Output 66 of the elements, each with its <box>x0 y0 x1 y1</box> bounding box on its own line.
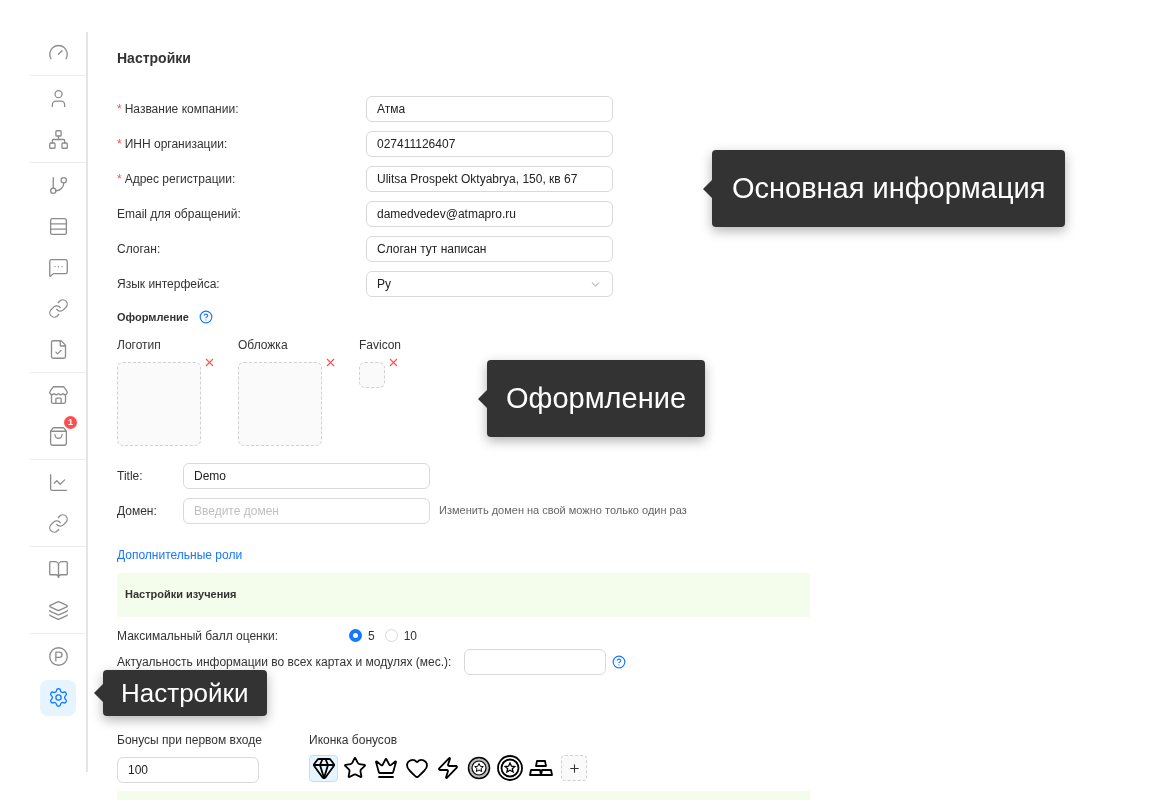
icon-option[interactable] <box>495 754 524 782</box>
field-label: Актуальность информации во всех картах и модулях (мес.): <box>117 653 453 671</box>
crown-icon <box>373 756 398 780</box>
language-select[interactable]: Ру <box>366 271 613 297</box>
help-icon[interactable] <box>198 310 213 325</box>
field-label: Бонусы при первом входе <box>117 731 263 749</box>
roles-link[interactable]: Дополнительные роли <box>117 547 243 562</box>
text-field[interactable]: Ulitsa Prospekt Oktyabrya, 150, кв 67 <box>366 166 613 192</box>
field-label: Иконка бонусов <box>309 731 399 749</box>
field-label: Адрес регистрации: <box>124 171 236 188</box>
required-mark: * <box>117 171 122 188</box>
sidebar-item[interactable] <box>40 679 76 716</box>
heart-icon <box>404 756 429 780</box>
hierarchy-icon <box>47 129 69 150</box>
chart-icon <box>47 472 69 493</box>
domain-hint: Изменить домен на свой можно только один раз <box>439 503 687 519</box>
tooltip: Оформление <box>487 360 705 437</box>
text-field[interactable]: Атма <box>366 96 613 122</box>
medal-icon <box>496 755 523 781</box>
domain-field[interactable]: Введите домен <box>183 497 430 524</box>
text-field[interactable]: Demo <box>183 462 430 489</box>
text-field[interactable]: Слоган тут написан <box>366 236 613 262</box>
section-title: Оформление <box>117 310 189 325</box>
required-mark: * <box>117 101 122 118</box>
add-icon-button[interactable] <box>561 755 587 781</box>
number-field[interactable] <box>464 648 606 675</box>
tooltip: Основная информация <box>712 150 1066 227</box>
upload-label: Обложка <box>238 336 288 354</box>
diamond-icon <box>311 756 336 780</box>
section-title: Настройки изучения <box>125 587 237 603</box>
help-icon[interactable] <box>612 654 626 669</box>
required-mark: * <box>117 136 122 153</box>
tooltip: Настройки <box>103 670 267 716</box>
store-icon <box>47 385 69 406</box>
text-field[interactable]: 027411126407 <box>366 131 613 157</box>
parking-icon <box>47 646 69 667</box>
page-title: Настройки <box>117 49 192 68</box>
field-label: Язык интерфейса: <box>117 276 220 293</box>
star-icon <box>342 756 367 780</box>
text-field[interactable]: damedvedev@atmapro.ru <box>366 201 613 227</box>
field-label: Максимальный балл оценки: <box>117 627 279 645</box>
notification-badge: 1 <box>64 415 77 429</box>
book-icon <box>47 559 69 580</box>
bag-icon <box>47 426 69 447</box>
field-label: Домен: <box>117 502 158 520</box>
field-label: Title: <box>117 467 144 485</box>
link-icon <box>47 513 69 534</box>
radio-button[interactable] <box>349 629 362 642</box>
stack-icon <box>47 600 69 621</box>
coin-icon <box>466 756 491 780</box>
plus-icon <box>567 761 581 775</box>
field-label: Email для обращений: <box>117 206 241 223</box>
branch-icon <box>47 175 69 196</box>
chat-icon <box>47 257 69 278</box>
settings-icon <box>47 687 69 708</box>
upload-label: Favicon <box>359 336 402 354</box>
radio-option[interactable]: 10 <box>384 626 418 645</box>
upload-label: Логотип <box>117 336 161 354</box>
field-label: Название компании: <box>124 101 239 118</box>
link-icon <box>47 298 69 319</box>
radio-option[interactable]: 5 <box>349 626 375 645</box>
bonus-field[interactable]: 100 <box>117 756 259 783</box>
rows-icon <box>47 216 69 237</box>
lightning-icon <box>435 756 460 780</box>
field-label: ИНН организации: <box>124 136 228 153</box>
field-label: Слоган: <box>117 241 161 258</box>
